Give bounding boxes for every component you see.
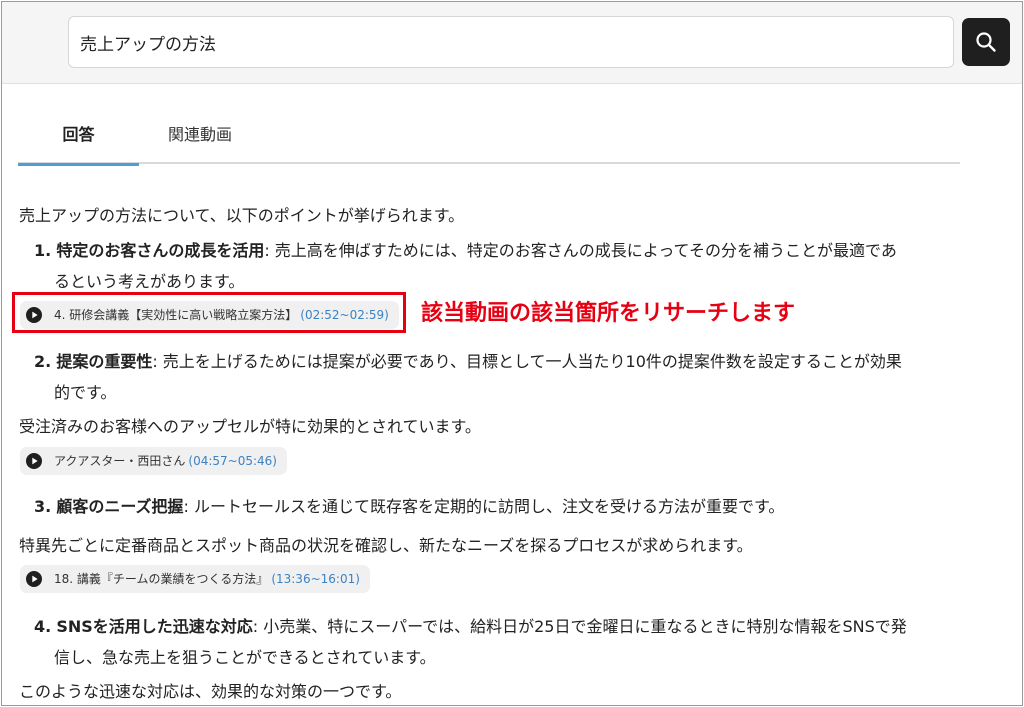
list-item-text: : ルートセールスを通じて既存客を定期的に訪問し、注文を受ける方法が重要です。 [183, 497, 785, 516]
list-item-term: SNSを活用した迅速な対応 [56, 617, 253, 636]
list-item: 3. 顧客のニーズ把握: ルートセールスを通じて既存客を定期的に訪問し、注文を受… [34, 491, 964, 522]
play-icon [26, 571, 42, 587]
list-item-number: 1. [34, 241, 52, 260]
answer-intro: 売上アップの方法について、以下のポイントが挙げられます。 [19, 206, 465, 225]
answer-note: このような迅速な対応は、効果的な対策の一つです。 [19, 682, 402, 701]
video-reference-chip[interactable]: アクアスター・西田さん (04:57~05:46) [20, 447, 287, 475]
video-timestamp[interactable]: (04:57~05:46) [188, 454, 277, 468]
list-item-text: : 小売業、特にスーパーでは、給料日が25日で金曜日に重なるときに特別な情報をS… [252, 617, 907, 636]
list-item-number: 3. [34, 497, 52, 516]
answer-content: 売上アップの方法について、以下のポイントが挙げられます。 1. 特定のお客さんの… [2, 2, 1022, 705]
list-item: 2. 提案の重要性: 売上を上げるためには提案が必要であり、目標として一人当たり… [34, 346, 964, 408]
play-icon [26, 453, 42, 469]
list-item-number: 4. [34, 617, 52, 636]
video-title: アクアスター・西田さん [54, 454, 186, 468]
list-item-text: : 売上高を伸ばすためには、特定のお客さんの成長によってその分を補うことが最適で… [264, 241, 897, 260]
answer-note: 特異先ごとに定番商品とスポット商品の状況を確認し、新たなニーズを探るプロセスが求… [19, 536, 753, 555]
list-item-text-continued: 的です。 [54, 383, 117, 402]
list-item-term: 特定のお客さんの成長を活用 [56, 241, 265, 260]
app-frame: 回答 関連動画 売上アップの方法について、以下のポイントが挙げられます。 1. … [1, 1, 1023, 706]
answer-note: 受注済みのお客様へのアップセルが特に効果的とされています。 [19, 417, 481, 436]
video-reference-chip[interactable]: 18. 講義『チームの業績をつくる方法』 (13:36~16:01) [20, 565, 370, 593]
video-title: 18. 講義『チームの業績をつくる方法』 [54, 572, 269, 586]
video-timestamp[interactable]: (13:36~16:01) [271, 572, 360, 586]
list-item-term: 提案の重要性 [56, 352, 153, 371]
list-item: 1. 特定のお客さんの成長を活用: 売上高を伸ばすためには、特定のお客さんの成長… [34, 235, 964, 297]
list-item-number: 2. [34, 352, 52, 371]
list-item-term: 顧客のニーズ把握 [56, 497, 184, 516]
list-item-text-continued: 信し、急な売上を狙うことができるとされています。 [54, 648, 436, 667]
highlight-box [12, 292, 406, 333]
list-item-text: : 売上を上げるためには提案が必要であり、目標として一人当たり10件の提案件数を… [152, 352, 902, 371]
list-item: 4. SNSを活用した迅速な対応: 小売業、特にスーパーでは、給料日が25日で金… [34, 611, 964, 673]
annotation-callout: 該当動画の該当箇所をリサーチします [421, 301, 796, 326]
